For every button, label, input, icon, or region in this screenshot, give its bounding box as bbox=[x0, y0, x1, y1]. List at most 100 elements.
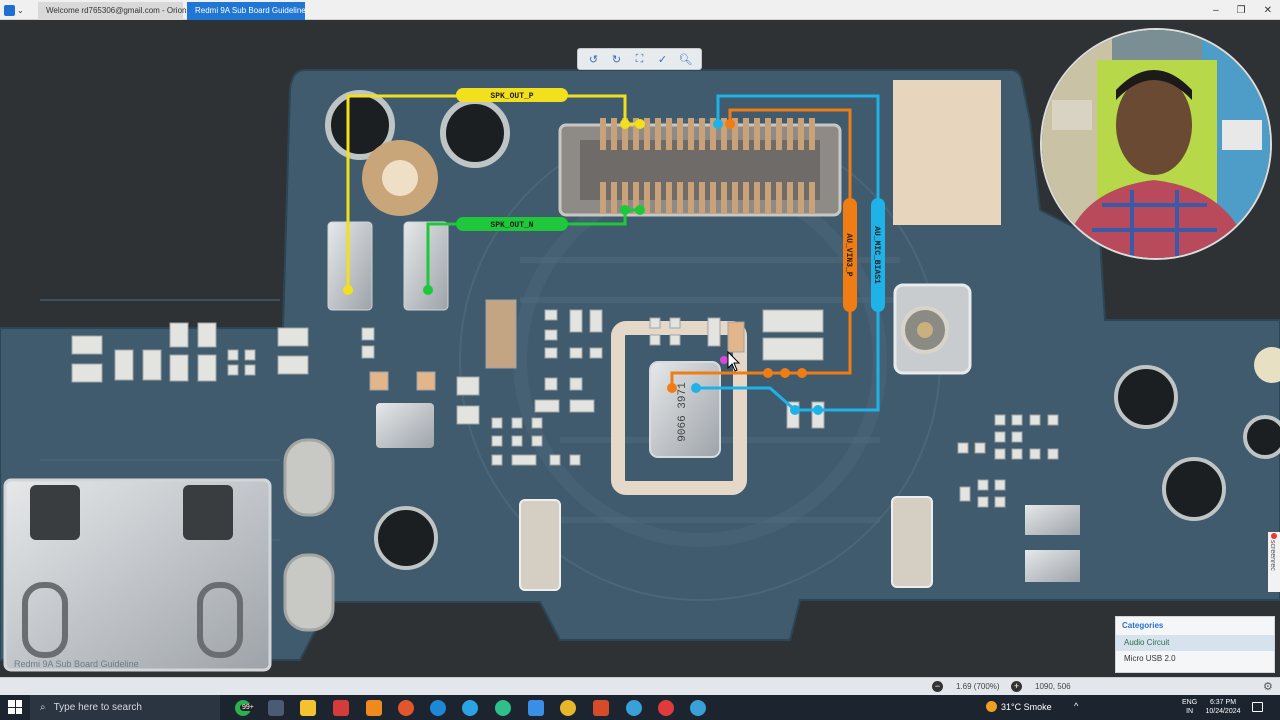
connector-pin bbox=[688, 182, 694, 214]
clock[interactable]: 6:37 PM 10/24/2024 bbox=[1202, 698, 1244, 716]
categories-title: Categories bbox=[1122, 621, 1164, 630]
window-controls: – ❐ ✕ bbox=[1213, 2, 1272, 18]
select-tool-icon[interactable]: ✓ bbox=[655, 51, 671, 67]
connector-pin bbox=[677, 182, 683, 214]
cursor-coordinates: 1090, 506 bbox=[1035, 682, 1071, 691]
zoom-out-icon[interactable]: − bbox=[932, 681, 943, 692]
start-button[interactable] bbox=[8, 700, 22, 714]
title-bar: ⌄ Welcome rd765306@gmail.com - Orion Red… bbox=[0, 0, 1280, 20]
connector-pin bbox=[611, 118, 617, 150]
orion-app-icon[interactable] bbox=[690, 700, 706, 716]
net-label-au-mic-bias1[interactable]: AU_MIC_BIAS1 bbox=[872, 226, 881, 284]
search-icon: ⌕ bbox=[40, 702, 46, 713]
screenrec-taskbar-icon[interactable] bbox=[658, 700, 674, 716]
connector-pin bbox=[611, 182, 617, 214]
screenrec-label: screenrec bbox=[1269, 540, 1276, 571]
clock-date: 10/24/2024 bbox=[1205, 708, 1241, 715]
chrome-icon[interactable] bbox=[560, 700, 576, 716]
connector-pin bbox=[809, 182, 815, 214]
rotate-left-icon[interactable]: ↺ bbox=[586, 51, 602, 67]
vlc-icon[interactable] bbox=[366, 700, 382, 716]
connector-pin bbox=[666, 182, 672, 214]
status-bar: − 1.69 (700%) + 1090, 506 ⚙ bbox=[0, 677, 1280, 695]
category-micro-usb[interactable]: Micro USB 2.0 bbox=[1116, 651, 1274, 667]
connector-pin bbox=[743, 118, 749, 150]
connector-pin bbox=[699, 118, 705, 150]
connector-pin bbox=[754, 182, 760, 214]
clock-time: 6:37 PM bbox=[1209, 699, 1237, 706]
connector-pin bbox=[809, 118, 815, 150]
close-icon[interactable]: ✕ bbox=[1264, 5, 1272, 16]
notification-icon[interactable] bbox=[1252, 702, 1263, 712]
settings-icon[interactable]: ⚙ bbox=[1263, 680, 1273, 693]
app-window: ⌄ Welcome rd765306@gmail.com - Orion Red… bbox=[0, 0, 1280, 720]
connector-pin bbox=[798, 118, 804, 150]
brave-icon[interactable] bbox=[398, 700, 414, 716]
mail-icon[interactable] bbox=[528, 700, 544, 716]
tab-redmi-guideline[interactable]: Redmi 9A Sub Board Guideline bbox=[187, 2, 306, 20]
tray-chevron-icon[interactable]: ^ bbox=[1074, 701, 1078, 711]
app-icon[interactable] bbox=[593, 700, 609, 716]
weather-text: 31°C Smoke bbox=[1001, 701, 1052, 712]
record-icon bbox=[1271, 533, 1277, 539]
connector-pin bbox=[600, 182, 606, 214]
minimize-icon[interactable]: – bbox=[1213, 5, 1219, 16]
lang-top: ENG bbox=[1182, 699, 1198, 706]
chip-marking: 9066 3971 bbox=[677, 382, 689, 442]
lang-bottom: IN bbox=[1186, 708, 1194, 715]
whatsapp-badge: 99+ bbox=[240, 704, 256, 711]
connector-pin bbox=[655, 182, 661, 214]
weather-icon bbox=[986, 701, 997, 712]
connector-pin bbox=[787, 182, 793, 214]
rotate-right-icon[interactable]: ↻ bbox=[609, 51, 625, 67]
connector-pin bbox=[798, 182, 804, 214]
fit-screen-icon[interactable]: ⛶ bbox=[632, 51, 648, 67]
category-audio-circuit[interactable]: Audio Circuit bbox=[1116, 635, 1274, 651]
taskbar-search-placeholder: Type here to search bbox=[53, 702, 142, 713]
media-icon[interactable] bbox=[333, 700, 349, 716]
connector-pin bbox=[688, 118, 694, 150]
net-label-spk-out-n[interactable]: SPK_OUT_N bbox=[490, 221, 533, 230]
connector-pin bbox=[699, 182, 705, 214]
maximize-icon[interactable]: ❐ bbox=[1237, 5, 1246, 16]
connector-pin bbox=[765, 118, 771, 150]
net-label-au-vin3-p[interactable]: AU_VIN3_P bbox=[844, 233, 853, 276]
taskbar-search[interactable]: ⌕ Type here to search bbox=[30, 695, 220, 720]
connector-pin bbox=[655, 118, 661, 150]
chevron-down-icon: ⌄ bbox=[17, 5, 24, 15]
connector-pin bbox=[776, 118, 782, 150]
telegram-icon[interactable] bbox=[462, 700, 478, 716]
connector-pin bbox=[776, 182, 782, 214]
net-label-spk-out-p[interactable]: SPK_OUT_P bbox=[490, 92, 533, 101]
zoom-in-icon[interactable]: + bbox=[1011, 681, 1022, 692]
connector-pin bbox=[644, 118, 650, 150]
windows-taskbar: ⌕ Type here to search 99+ 31°C Smoke ^ E… bbox=[0, 695, 1280, 720]
board-viewer[interactable]: 9066 3971 SPK_OUT_P SPK_OUT_N AU_VIN3_P … bbox=[0, 20, 1280, 677]
file-explorer-icon[interactable] bbox=[300, 700, 316, 716]
edge-dev-icon[interactable] bbox=[495, 700, 511, 716]
language-indicator[interactable]: ENG IN bbox=[1182, 698, 1197, 716]
connector-pin bbox=[787, 118, 793, 150]
zoom-level: 1.69 (700%) bbox=[956, 682, 1000, 691]
connector-pin bbox=[721, 182, 727, 214]
connector-pin bbox=[600, 118, 606, 150]
connector-pin bbox=[732, 182, 738, 214]
board-watermark: Redmi 9A Sub Board Guideline bbox=[14, 659, 139, 669]
categories-panel: Categories Audio Circuit Micro USB 2.0 bbox=[1115, 616, 1275, 673]
webcam-overlay bbox=[1040, 28, 1272, 260]
weather-widget[interactable]: 31°C Smoke bbox=[986, 701, 1052, 712]
app-snowflake-icon[interactable] bbox=[626, 700, 642, 716]
app-menu-button[interactable]: ⌄ bbox=[4, 2, 30, 18]
search-icon[interactable]: 🔍︎ bbox=[678, 51, 694, 67]
connector-pin bbox=[710, 182, 716, 214]
connector-pin bbox=[765, 182, 771, 214]
app-logo-icon bbox=[4, 4, 15, 16]
connector-pin bbox=[743, 182, 749, 214]
connector-pin bbox=[666, 118, 672, 150]
edge-icon[interactable] bbox=[430, 700, 446, 716]
tab-welcome[interactable]: Welcome rd765306@gmail.com - Orion bbox=[38, 2, 186, 20]
viewer-toolbar: ↺ ↻ ⛶ ✓ 🔍︎ bbox=[577, 48, 702, 70]
connector-pin bbox=[754, 118, 760, 150]
task-view-icon[interactable] bbox=[268, 700, 284, 716]
connector-pin bbox=[677, 118, 683, 150]
